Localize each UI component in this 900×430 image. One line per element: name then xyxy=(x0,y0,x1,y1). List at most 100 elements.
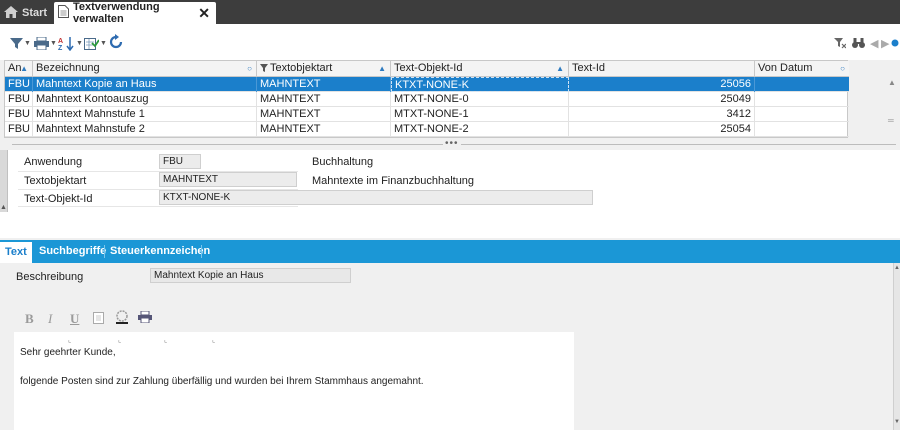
cell-text-objekt-id: MTXT-NONE-0 xyxy=(391,92,569,107)
document-icon xyxy=(58,5,69,21)
cell-text-id: 25049 xyxy=(569,92,755,107)
textverwendung-table: An ▲ Bezeichnung ○ Textobjektart ▲ Text-… xyxy=(4,60,849,138)
beschreibung-field[interactable]: Mahntext Kopie an Haus xyxy=(150,268,351,283)
scroll-handle-icon[interactable]: ═ xyxy=(888,116,894,125)
cell-anwendung: FBU xyxy=(5,107,33,122)
cell-bezeichnung: Mahntext Kontoauszug xyxy=(33,92,257,107)
sort-asc-icon: ▲ xyxy=(378,64,386,73)
close-icon[interactable]: ✕ xyxy=(198,5,210,22)
text-tab-panel: Beschreibung Mahntext Kopie an Haus B I … xyxy=(0,263,893,430)
cell-text-objekt-id: MTXT-NONE-2 xyxy=(391,122,569,137)
cell-bezeichnung: Mahntext Mahnstufe 2 xyxy=(33,122,257,137)
anwendung-description: Buchhaltung xyxy=(312,156,374,168)
cell-text-id: 3412 xyxy=(569,107,755,122)
scroll-up-icon[interactable]: ▲ xyxy=(888,78,896,87)
cell-von-datum xyxy=(755,77,849,92)
status-dot-icon xyxy=(891,38,899,50)
cell-textobjektart: MAHNTEXT xyxy=(257,92,391,107)
cell-text-id: 25054 xyxy=(569,122,755,137)
textobjektart-description: Mahntexte im Finanzbuchhaltung xyxy=(312,175,475,187)
column-header-von-datum[interactable]: Von Datum ○ xyxy=(755,61,849,77)
column-header-label: Textobjektart xyxy=(270,62,333,74)
refresh-icon[interactable] xyxy=(108,34,124,50)
scroll-down-icon[interactable]: ▼ xyxy=(894,419,900,425)
editor-line: Sehr geehrter Kunde, xyxy=(20,347,116,358)
svg-text:A: A xyxy=(58,38,63,45)
sort-az-icon[interactable]: A Z ▼ xyxy=(58,35,83,51)
svg-text:Z: Z xyxy=(58,45,63,51)
tab-steuerkennzeichen[interactable]: Steuerkennzeichen xyxy=(105,240,215,263)
bold-button[interactable]: B xyxy=(25,311,34,327)
text-editor[interactable]: ⌞ ⌞ ⌞ ⌞ Sehr geehrter Kunde, folgende Po… xyxy=(14,332,574,430)
detail-side-toggle[interactable]: ▲ xyxy=(0,150,8,212)
prev-icon[interactable]: ◀ xyxy=(870,37,878,50)
sort-asc-icon: ▲ xyxy=(20,64,28,73)
splitter-grip-icon[interactable]: ••• xyxy=(443,138,461,149)
cell-text-objekt-id: MTXT-NONE-1 xyxy=(391,107,569,122)
sort-asc-icon: ▲ xyxy=(556,64,564,73)
pane-splitter[interactable]: ••• xyxy=(0,138,900,149)
tab-separator xyxy=(201,245,202,258)
textobjektart-field[interactable]: MAHNTEXT xyxy=(159,172,297,187)
filter-icon[interactable]: ▼ xyxy=(10,35,31,51)
column-filter-icon xyxy=(260,64,268,72)
text-panel-scrollbar[interactable]: ▲ ▼ xyxy=(893,263,900,430)
table-row[interactable]: FBU Mahntext Mahnstufe 1 MAHNTEXT MTXT-N… xyxy=(5,107,849,122)
tab-active-label: Textverwendung verwalten xyxy=(73,1,160,25)
cell-text-id: 25056 xyxy=(569,77,755,92)
grid-scrollbar[interactable]: ▲ ═ xyxy=(884,60,896,140)
sort-neutral-icon: ○ xyxy=(840,64,845,73)
cell-textobjektart: MAHNTEXT xyxy=(257,122,391,137)
color-picker-icon[interactable] xyxy=(115,310,129,327)
cell-textobjektart: MAHNTEXT xyxy=(257,107,391,122)
column-header-an[interactable]: An ▲ xyxy=(5,61,33,77)
anwendung-field[interactable]: FBU xyxy=(159,154,201,169)
textobjektart-label: Textobjektart xyxy=(24,175,87,187)
sort-neutral-icon: ○ xyxy=(247,64,252,73)
cell-von-datum xyxy=(755,107,849,122)
column-header-label: Text-Objekt-Id xyxy=(394,62,463,74)
tab-suchbegriffe[interactable]: Suchbegriffe xyxy=(34,240,111,263)
window-tab-bar: Start Textverwendung verwalten ✕ xyxy=(0,0,900,25)
ruler-tab-marker-icon: ⌞ xyxy=(68,337,72,344)
cell-von-datum xyxy=(755,92,849,107)
italic-button[interactable]: I xyxy=(48,311,52,327)
tab-textverwendung[interactable]: Textverwendung verwalten ✕ xyxy=(54,1,216,25)
cell-anwendung: FBU xyxy=(5,92,33,107)
table-row[interactable]: FBU Mahntext Mahnstufe 2 MAHNTEXT MTXT-N… xyxy=(5,122,849,137)
table-row[interactable]: FBU Mahntext Kopie an Haus MAHNTEXT KTXT… xyxy=(5,77,849,92)
tab-start-label: Start xyxy=(22,7,48,19)
text-objekt-id-field[interactable]: KTXT-NONE-K xyxy=(159,190,593,205)
column-header-text-objekt-id[interactable]: Text-Objekt-Id ▲ xyxy=(391,61,569,77)
print-icon[interactable] xyxy=(138,310,152,326)
column-header-label: Von Datum xyxy=(758,62,813,74)
cell-text-objekt-id: KTXT-NONE-K xyxy=(391,77,569,92)
toolbar: ▼ ▼ A Z ▼ ▼ ◀ ▶ xyxy=(0,24,900,60)
next-icon[interactable]: ▶ xyxy=(881,37,889,50)
scroll-up-icon[interactable]: ▲ xyxy=(894,265,900,271)
home-icon xyxy=(4,5,18,21)
ruler-tab-marker-icon: ⌞ xyxy=(164,337,168,344)
detail-form: ▲ Anwendung FBU Buchhaltung Textobjektar… xyxy=(0,150,900,238)
column-header-label: Bezeichnung xyxy=(36,62,100,74)
table-header: An ▲ Bezeichnung ○ Textobjektart ▲ Text-… xyxy=(5,61,849,77)
divider xyxy=(18,206,298,207)
binoculars-icon[interactable] xyxy=(852,37,865,52)
export-icon[interactable]: ▼ xyxy=(84,35,107,51)
paste-icon[interactable] xyxy=(93,312,104,327)
filter-clear-icon[interactable] xyxy=(834,37,847,52)
column-header-bezeichnung[interactable]: Bezeichnung ○ xyxy=(33,61,257,77)
collapse-up-icon[interactable]: ▲ xyxy=(0,204,7,211)
underline-button[interactable]: U xyxy=(70,311,79,327)
column-header-textobjektart[interactable]: Textobjektart ▲ xyxy=(257,61,391,77)
tab-start[interactable]: Start xyxy=(4,2,50,24)
text-objekt-id-label: Text-Objekt-Id xyxy=(24,193,93,205)
tab-text[interactable]: Text xyxy=(0,240,32,263)
table-row[interactable]: FBU Mahntext Kontoauszug MAHNTEXT MTXT-N… xyxy=(5,92,849,107)
anwendung-label: Anwendung xyxy=(24,156,83,168)
column-header-text-id[interactable]: Text-Id xyxy=(569,61,755,77)
beschreibung-label: Beschreibung xyxy=(16,271,84,283)
print-icon[interactable]: ▼ xyxy=(34,35,57,51)
ruler-tab-marker-icon: ⌞ xyxy=(118,337,122,344)
cell-textobjektart: MAHNTEXT xyxy=(257,77,391,92)
